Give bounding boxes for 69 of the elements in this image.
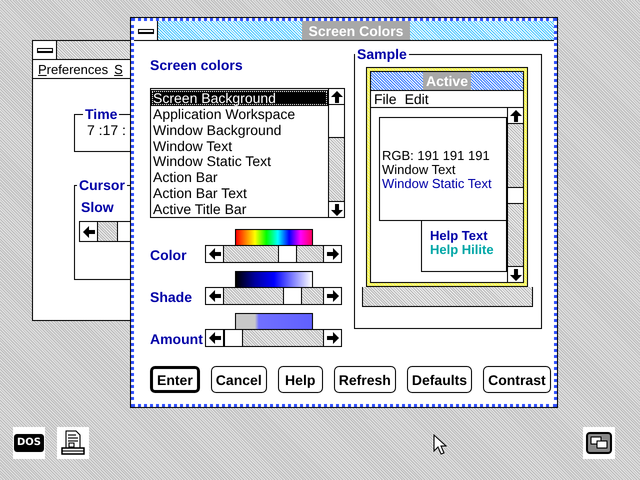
slider-thumb[interactable] [224,330,243,346]
arrow-up-icon [510,110,522,122]
window-title: Screen Colors [302,21,410,40]
group-title: Cursor [78,178,126,192]
slider-label: Shade [150,290,194,305]
menu-item[interactable]: Edit [404,92,429,106]
arrow-button[interactable] [323,246,341,262]
menu-item[interactable]: File [374,92,397,106]
list-item[interactable]: Window Static Text [151,154,328,170]
list-item[interactable]: Active Title Bar [151,201,328,217]
menu-item[interactable]: S [114,62,123,76]
list-item[interactable]: Screen Background [151,90,328,106]
dialog-button[interactable]: Cancel [210,366,267,393]
arrow-button[interactable] [329,89,344,105]
arrow-button[interactable] [80,222,98,241]
sample-text: Window Static Text [382,176,493,190]
section-label: Screen colors [150,58,244,74]
list-item[interactable]: Action Bar [151,169,328,186]
arrow-down-icon [330,204,342,216]
dialog-button[interactable]: Help [278,366,323,393]
scroll-bar[interactable] [328,89,344,217]
dos-icon[interactable]: DOS [13,427,45,459]
arrow-button[interactable] [206,246,224,262]
time-value: 7 :17 : [87,122,126,138]
arrow-button[interactable] [206,288,224,304]
sample-text: Window Text [382,162,456,176]
arrow-right-icon [326,248,338,260]
arrow-left-icon [208,332,220,344]
dialog-button[interactable]: Refresh [334,366,396,393]
slider-thumb[interactable] [278,246,297,262]
arrow-button[interactable] [508,108,523,124]
pointer-icon [433,434,447,456]
scroll-bar[interactable] [507,108,523,282]
arrow-button[interactable] [323,330,341,346]
arrow-button[interactable] [206,330,224,346]
sample-text: RGB: 191 191 191 [382,148,491,162]
arrow-right-icon [326,290,338,302]
slider[interactable] [205,287,342,305]
arrow-right-icon [326,332,338,344]
arrow-left-icon [82,226,94,238]
slider-thumb[interactable] [283,288,302,304]
slider[interactable] [205,245,342,263]
slider-label: Color [150,248,188,263]
slider-label: Slow [81,200,114,214]
group-title: Time [84,107,118,121]
slider-label: Amount [150,332,204,347]
dialog-button[interactable]: Contrast [483,366,551,393]
arrow-left-icon [208,290,220,302]
printer-icon[interactable] [57,427,89,459]
group-title: Sample [356,47,408,61]
help-text: Help Hilite [430,243,495,256]
dialog-button[interactable]: Enter [150,366,200,393]
windows-icon[interactable] [583,427,615,459]
list-item[interactable]: Window Text [151,138,328,154]
dialog-button[interactable]: Defaults [406,366,472,393]
arrow-up-icon [330,90,342,102]
arrow-button[interactable] [323,288,341,304]
list-item[interactable]: Application Workspace [151,106,328,122]
slider[interactable] [205,329,342,347]
arrow-down-icon [510,268,522,280]
window-title: Active [422,72,472,90]
help-text: Help Text [430,229,489,242]
arrow-button[interactable] [329,201,344,217]
menu-item[interactable]: Preferences [38,62,108,76]
arrow-button[interactable] [508,266,523,282]
list-item[interactable]: Window Background [151,122,328,138]
scroll-thumb[interactable] [508,187,523,204]
list-item[interactable]: Action Bar Text [151,185,328,202]
arrow-left-icon [208,248,220,260]
